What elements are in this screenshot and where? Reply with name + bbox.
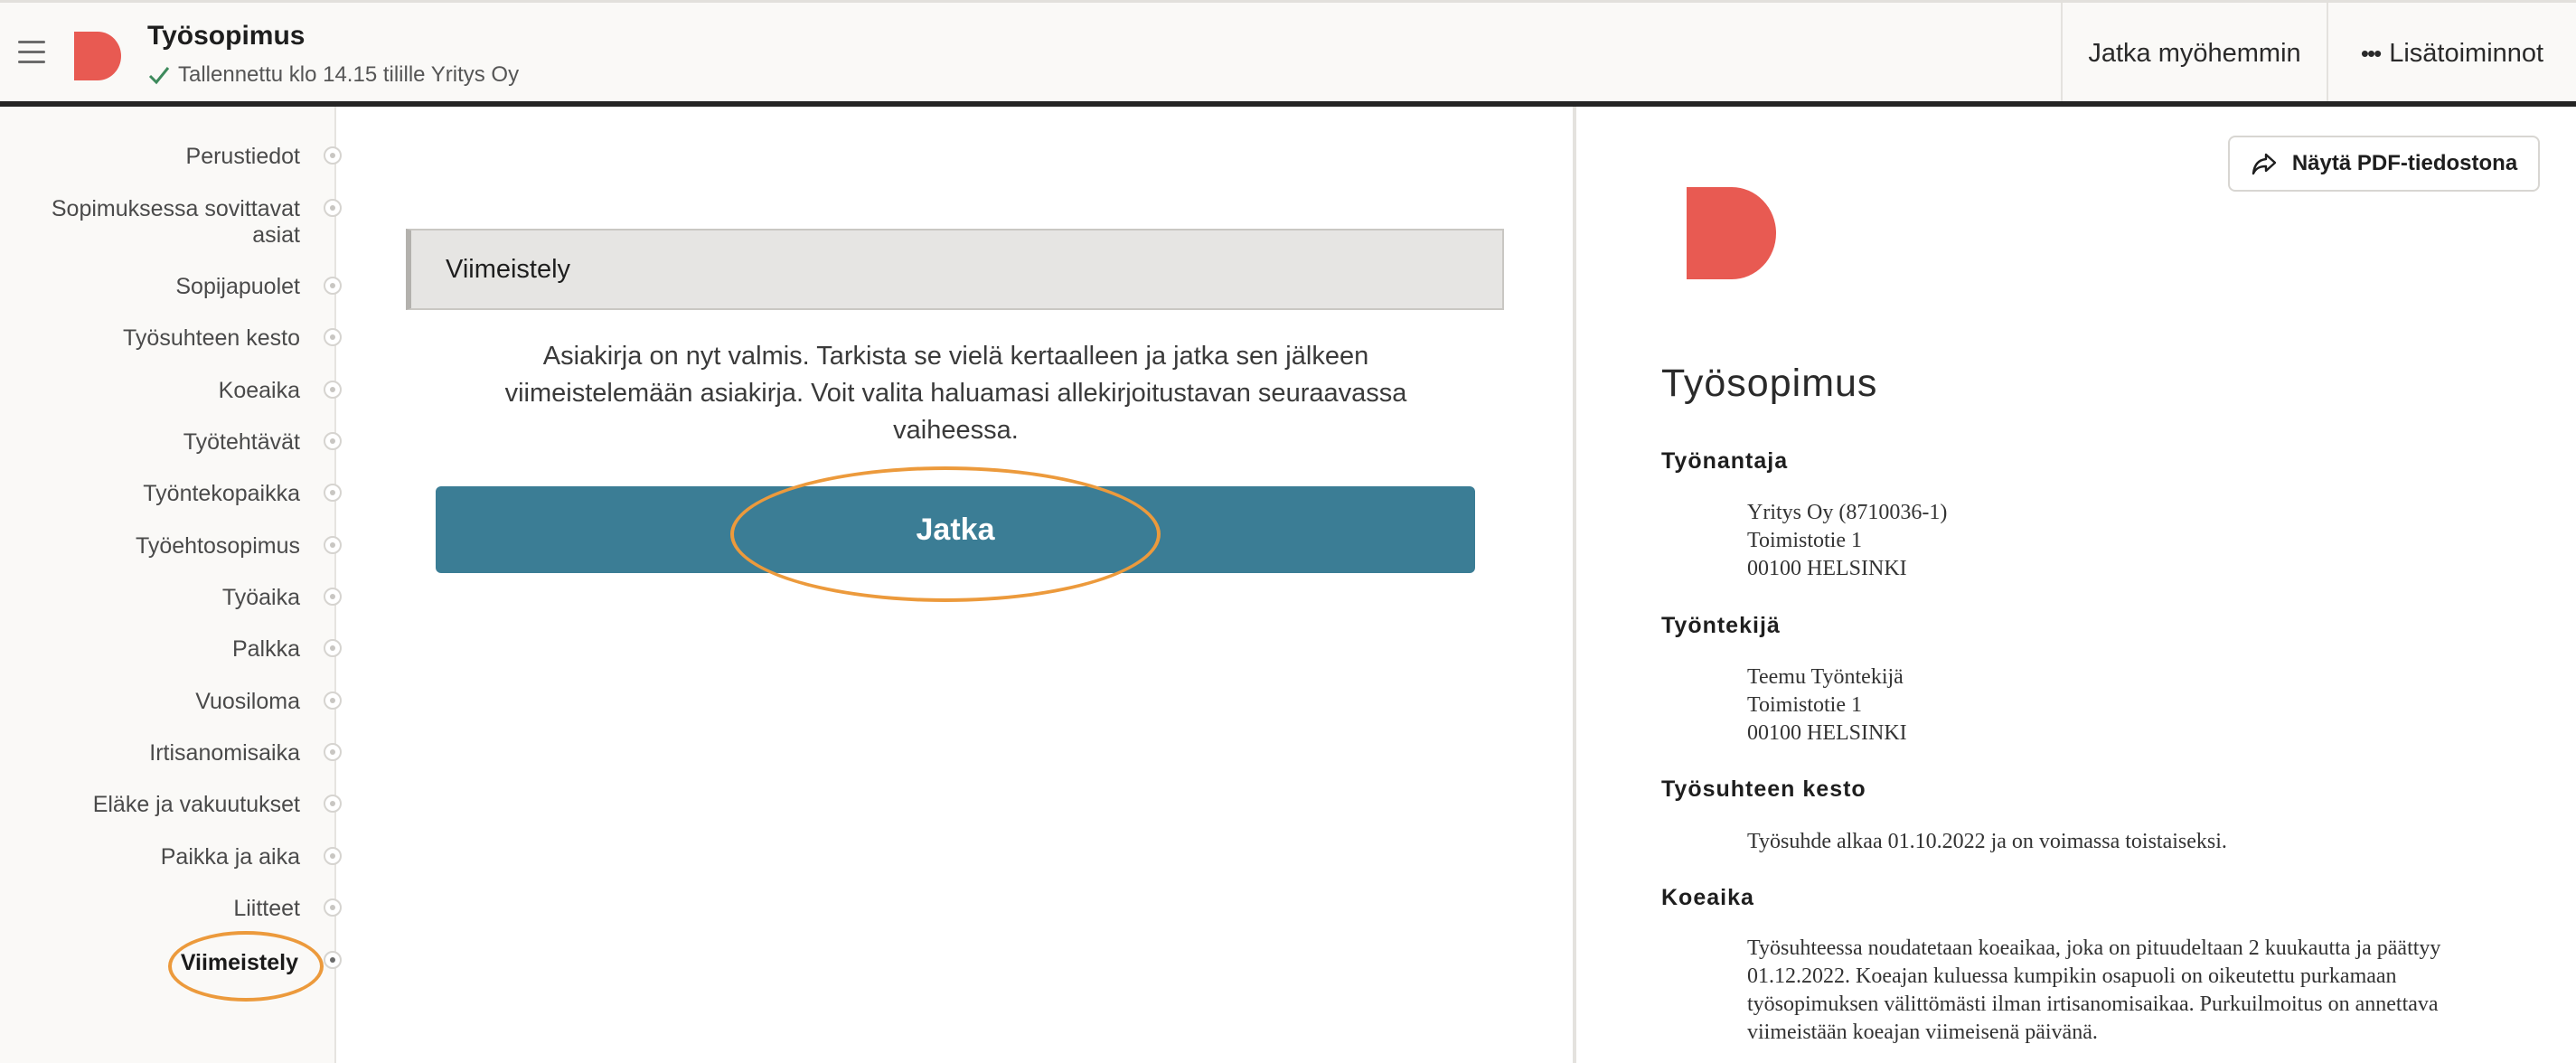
sidebar-item-elake-ja-vakuutukset[interactable]: Eläke ja vakuutukset (11, 792, 300, 818)
step-dot-icon (324, 199, 342, 217)
preview-heading-tyosuhteen-kesto: Työsuhteen kesto (1661, 776, 1866, 802)
step-dot-icon (324, 146, 342, 165)
sidebar-item-liitteet[interactable]: Liitteet (11, 896, 300, 922)
step-dot-active-icon (324, 951, 342, 969)
more-dots-icon: ••• (2360, 39, 2382, 67)
save-status: Tallennettu klo 14.15 tilille Yritys Oy (147, 62, 519, 88)
preview-line: Teemu Työntekijä (1747, 665, 1904, 689)
step-dot-icon (324, 328, 342, 346)
sidebar-item-perustiedot[interactable]: Perustiedot (11, 144, 300, 170)
sidebar-item-tyoaika[interactable]: Työaika (11, 585, 300, 611)
document-title: Työsopimus (147, 21, 306, 51)
check-icon (148, 67, 170, 85)
more-actions-button[interactable]: ••• Lisätoiminnot (2327, 3, 2576, 104)
step-dot-icon (324, 743, 342, 761)
instructions-text: Asiakirja on nyt valmis. Tarkista se vie… (504, 342, 1407, 445)
section-title: Viimeistely (406, 229, 1504, 310)
sidebar-item-viimeistely[interactable]: Viimeistely (9, 950, 298, 976)
continue-button[interactable]: Jatka (436, 486, 1475, 573)
step-dot-icon (324, 639, 342, 657)
preview-line: Toimistotie 1 (1747, 529, 1862, 552)
preview-heading-tyonantaja: Työnantaja (1661, 448, 1789, 474)
step-dot-icon (324, 691, 342, 710)
sidebar-item-tyotehtavat[interactable]: Työtehtävät (11, 429, 300, 456)
preview-title: Työsopimus (1661, 362, 1878, 405)
step-dot-icon (324, 588, 342, 606)
preview-heading-tyontekija: Työntekijä (1661, 613, 1781, 638)
preview-line: 00100 HELSINKI (1747, 557, 1907, 580)
preview-line: 00100 HELSINKI (1747, 721, 1907, 745)
app-header: Työsopimus Tallennettu klo 14.15 tilille… (0, 0, 2576, 104)
preview-paragraph: Työsuhde alkaa 01.10.2022 ja on voimassa… (1747, 830, 2227, 853)
step-dot-icon (324, 898, 342, 917)
sidebar-nav: Perustiedot Sopimuksessa sovittavat asia… (0, 107, 342, 1063)
continue-later-button[interactable]: Jatka myöhemmin (2061, 3, 2327, 104)
show-pdf-label: Näytä PDF-tiedostona (2291, 151, 2518, 175)
sidebar-item-paikka-ja-aika[interactable]: Paikka ja aika (11, 844, 300, 870)
sidebar-item-tyontekopaikka[interactable]: Työntekopaikka (11, 481, 300, 507)
step-dot-icon (324, 381, 342, 399)
step-dot-icon (324, 847, 342, 865)
save-status-text: Tallennettu klo 14.15 tilille Yritys Oy (178, 62, 520, 87)
sidebar-item-tyoehtosopimus[interactable]: Työehtosopimus (11, 533, 300, 560)
step-dot-icon (324, 536, 342, 554)
preview-heading-koeaika: Koeaika (1661, 885, 1754, 910)
sidebar-item-irtisanomisaika[interactable]: Irtisanomisaika (11, 740, 300, 767)
sidebar-item-tyosuhteen-kesto[interactable]: Työsuhteen kesto (11, 325, 300, 352)
preview-paragraph: Työsuhteessa noudatetaan koeaikaa, joka … (1747, 936, 2441, 1044)
more-actions-label: Lisätoiminnot (2389, 38, 2544, 68)
preview-line: Yritys Oy (8710036-1) (1747, 501, 1948, 524)
sidebar-item-sovittavat-asiat[interactable]: Sopimuksessa sovittavat asiat (11, 196, 300, 249)
brand-logo (74, 32, 121, 80)
share-arrow-icon (2252, 153, 2277, 175)
menu-icon[interactable] (18, 41, 45, 64)
sidebar-item-sopijapuolet[interactable]: Sopijapuolet (11, 274, 300, 300)
step-dot-icon (324, 484, 342, 502)
step-dot-icon (324, 432, 342, 450)
step-dot-icon (324, 795, 342, 813)
preview-line: Toimistotie 1 (1747, 693, 1862, 717)
show-pdf-button[interactable]: Näytä PDF-tiedostona (2228, 136, 2540, 192)
sidebar-item-palkka[interactable]: Palkka (11, 636, 300, 663)
company-logo (1687, 187, 1776, 279)
sidebar-item-vuosiloma[interactable]: Vuosiloma (11, 689, 300, 715)
sidebar-item-koeaika[interactable]: Koeaika (11, 378, 300, 404)
step-dot-icon (324, 277, 342, 295)
